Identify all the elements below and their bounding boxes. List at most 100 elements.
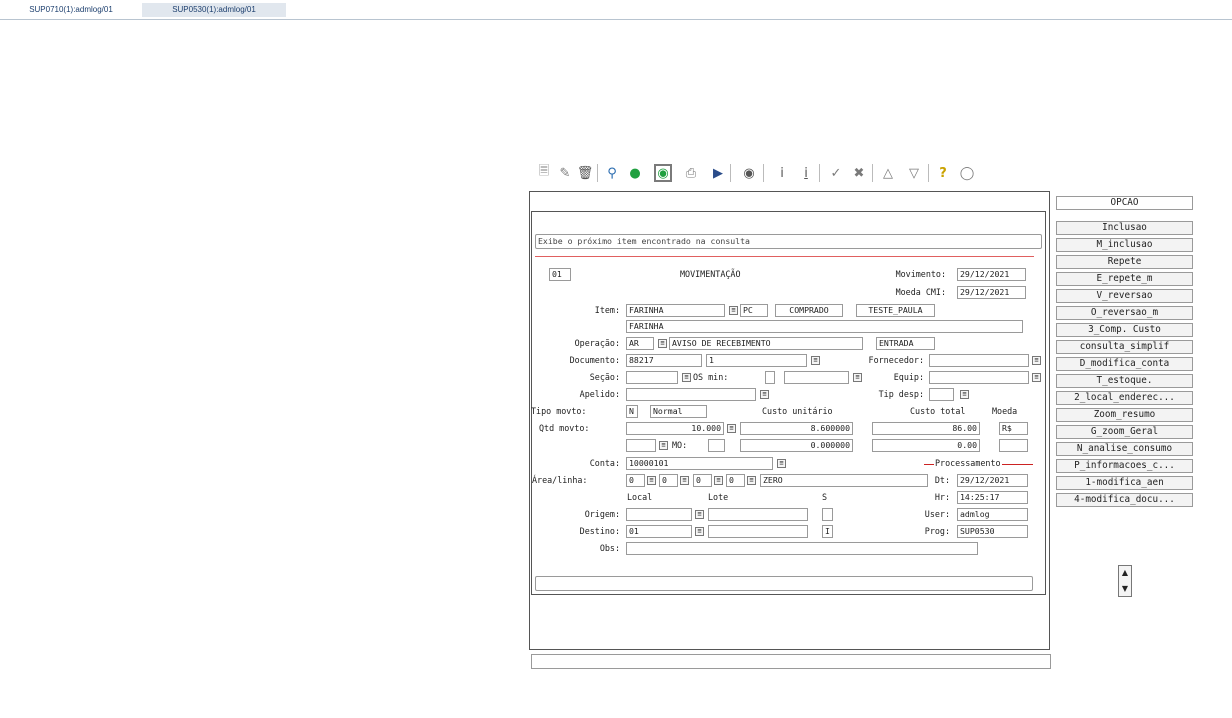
user-field[interactable]: admlog (957, 508, 1028, 521)
area-3-lookup-icon[interactable]: ≡ (714, 476, 723, 485)
secao-field[interactable] (626, 371, 678, 384)
chat-icon[interactable]: ◯ (958, 164, 976, 182)
documento-field[interactable]: 88217 (626, 354, 702, 367)
binoculars-icon[interactable]: ◉ (740, 164, 758, 182)
option-local-enderec[interactable]: 2_local_enderec... (1056, 391, 1193, 405)
fornecedor-field[interactable] (929, 354, 1029, 367)
option-comp-custo[interactable]: 3_Comp. Custo (1056, 323, 1193, 337)
secao-lookup-icon[interactable]: ≡ (682, 373, 691, 382)
code-field[interactable]: 01 (549, 268, 571, 281)
moeda-field[interactable]: R$ (999, 422, 1028, 435)
edit-doc-icon[interactable]: ✎ (556, 164, 574, 182)
info-icon[interactable]: i (773, 164, 791, 182)
tipo-movto-desc-field[interactable]: Normal (650, 405, 707, 418)
underline-info-icon[interactable]: i (797, 164, 815, 182)
mo-code-field[interactable] (708, 439, 725, 452)
operacao-type-field[interactable]: ENTRADA (876, 337, 935, 350)
tip-desp-lookup-icon[interactable]: ≡ (960, 390, 969, 399)
operacao-desc-field[interactable]: AVISO DE RECEBIMENTO (669, 337, 863, 350)
check-icon[interactable]: ✓ (827, 164, 845, 182)
option-n-analise-consumo[interactable]: N_analise_consumo (1056, 442, 1193, 456)
new-doc-icon[interactable]: 🗏 (535, 164, 553, 182)
option-consulta-simplif[interactable]: consulta_simplif (1056, 340, 1193, 354)
print-icon[interactable]: ⎙ (682, 164, 700, 182)
area-4-field[interactable]: 0 (726, 474, 745, 487)
origem-lookup-icon[interactable]: ≡ (695, 510, 704, 519)
operacao-code-field[interactable]: AR (626, 337, 654, 350)
area-2-lookup-icon[interactable]: ≡ (680, 476, 689, 485)
option-g-zoom-geral[interactable]: G_zoom_Geral (1056, 425, 1193, 439)
equip-field[interactable] (929, 371, 1029, 384)
mo-moeda-field[interactable] (999, 439, 1028, 452)
fornecedor-lookup-icon[interactable]: ≡ (1032, 356, 1041, 365)
option-m-inclusao[interactable]: M_inclusao (1056, 238, 1193, 252)
item-code-field[interactable]: FARINHA (626, 304, 725, 317)
search-icon[interactable]: ⚲ (603, 164, 621, 182)
origem-local-field[interactable] (626, 508, 692, 521)
custo-unitario-field[interactable]: 8.600000 (740, 422, 853, 435)
area-2-field[interactable]: 0 (659, 474, 678, 487)
item-user-field[interactable]: TESTE_PAULA (856, 304, 935, 317)
help-icon[interactable]: ? (934, 164, 952, 182)
area-4-lookup-icon[interactable]: ≡ (747, 476, 756, 485)
option-inclusao[interactable]: Inclusao (1056, 221, 1193, 235)
triangle-up-icon[interactable]: △ (879, 164, 897, 182)
apelido-field[interactable] (626, 388, 756, 401)
item-type-field[interactable]: COMPRADO (775, 304, 843, 317)
triangle-down-icon[interactable]: ▽ (905, 164, 923, 182)
mo-qty-field[interactable] (626, 439, 656, 452)
operacao-lookup-icon[interactable]: ≡ (658, 339, 667, 348)
apelido-lookup-icon[interactable]: ≡ (760, 390, 769, 399)
mo-total-field[interactable]: 0.00 (872, 439, 980, 452)
destino-lote-field[interactable] (708, 525, 808, 538)
scroll-down-icon[interactable]: ▼ (1119, 582, 1131, 596)
option-zoom-resumo[interactable]: Zoom_resumo (1056, 408, 1193, 422)
item-desc-field[interactable]: FARINHA (626, 320, 1023, 333)
conta-field[interactable]: 10000101 (626, 457, 773, 470)
area-3-field[interactable]: 0 (693, 474, 712, 487)
mo-lookup-icon[interactable]: ≡ (659, 441, 668, 450)
scroll-up-icon[interactable]: ▲ (1119, 566, 1131, 580)
option-modifica-aen[interactable]: 1-modifica_aen (1056, 476, 1193, 490)
mo-unit-field[interactable]: 0.000000 (740, 439, 853, 452)
option-e-repete-m[interactable]: E_repete_m (1056, 272, 1193, 286)
dt-field[interactable]: 29/12/2021 (957, 474, 1028, 487)
obs-field[interactable] (626, 542, 978, 555)
item-lookup-icon[interactable]: ≡ (729, 306, 738, 315)
go-green-selected-icon[interactable]: ◉ (654, 164, 672, 182)
trash-icon[interactable]: 🗑 (576, 164, 594, 182)
export-icon[interactable]: ▶ (709, 164, 727, 182)
origem-lote-field[interactable] (708, 508, 808, 521)
equip-lookup-icon[interactable]: ≡ (1032, 373, 1041, 382)
option-o-reversao-m[interactable]: O_reversao_m (1056, 306, 1193, 320)
destino-local-field[interactable]: 01 (626, 525, 692, 538)
qtd-field[interactable]: 10.000 (626, 422, 724, 435)
destino-lookup-icon[interactable]: ≡ (695, 527, 704, 536)
area-1-lookup-icon[interactable]: ≡ (647, 476, 656, 485)
scissors-icon[interactable]: ✖ (850, 164, 868, 182)
os-min-field[interactable] (765, 371, 775, 384)
item-unit-field[interactable]: PC (740, 304, 768, 317)
option-p-informacoes[interactable]: P_informacoes_c... (1056, 459, 1193, 473)
option-d-modifica-conta[interactable]: D_modifica_conta (1056, 357, 1193, 371)
destino-s-field[interactable]: I (822, 525, 833, 538)
tab-sup0710[interactable]: SUP0710(1):admlog/01 (8, 3, 134, 17)
area-1-field[interactable]: 0 (626, 474, 645, 487)
moeda-cmi-field[interactable]: 29/12/2021 (957, 286, 1026, 299)
documento-seq-field[interactable]: 1 (706, 354, 807, 367)
os-min-value-field[interactable] (784, 371, 849, 384)
option-modifica-docu[interactable]: 4-modifica_docu... (1056, 493, 1193, 507)
conta-lookup-icon[interactable]: ≡ (777, 459, 786, 468)
movimento-field[interactable]: 29/12/2021 (957, 268, 1026, 281)
hr-field[interactable]: 14:25:17 (957, 491, 1028, 504)
prog-field[interactable]: SUP0530 (957, 525, 1028, 538)
option-v-reversao[interactable]: V_reversao (1056, 289, 1193, 303)
tab-sup0530[interactable]: SUP0530(1):admlog/01 (142, 3, 286, 17)
option-t-estoque[interactable]: T_estoque. (1056, 374, 1193, 388)
qtd-lookup-icon[interactable]: ≡ (727, 424, 736, 433)
go-green-icon[interactable]: ● (626, 164, 644, 182)
custo-total-field[interactable]: 86.00 (872, 422, 980, 435)
tipo-movto-code-field[interactable]: N (626, 405, 638, 418)
origem-s-field[interactable] (822, 508, 833, 521)
option-repete[interactable]: Repete (1056, 255, 1193, 269)
